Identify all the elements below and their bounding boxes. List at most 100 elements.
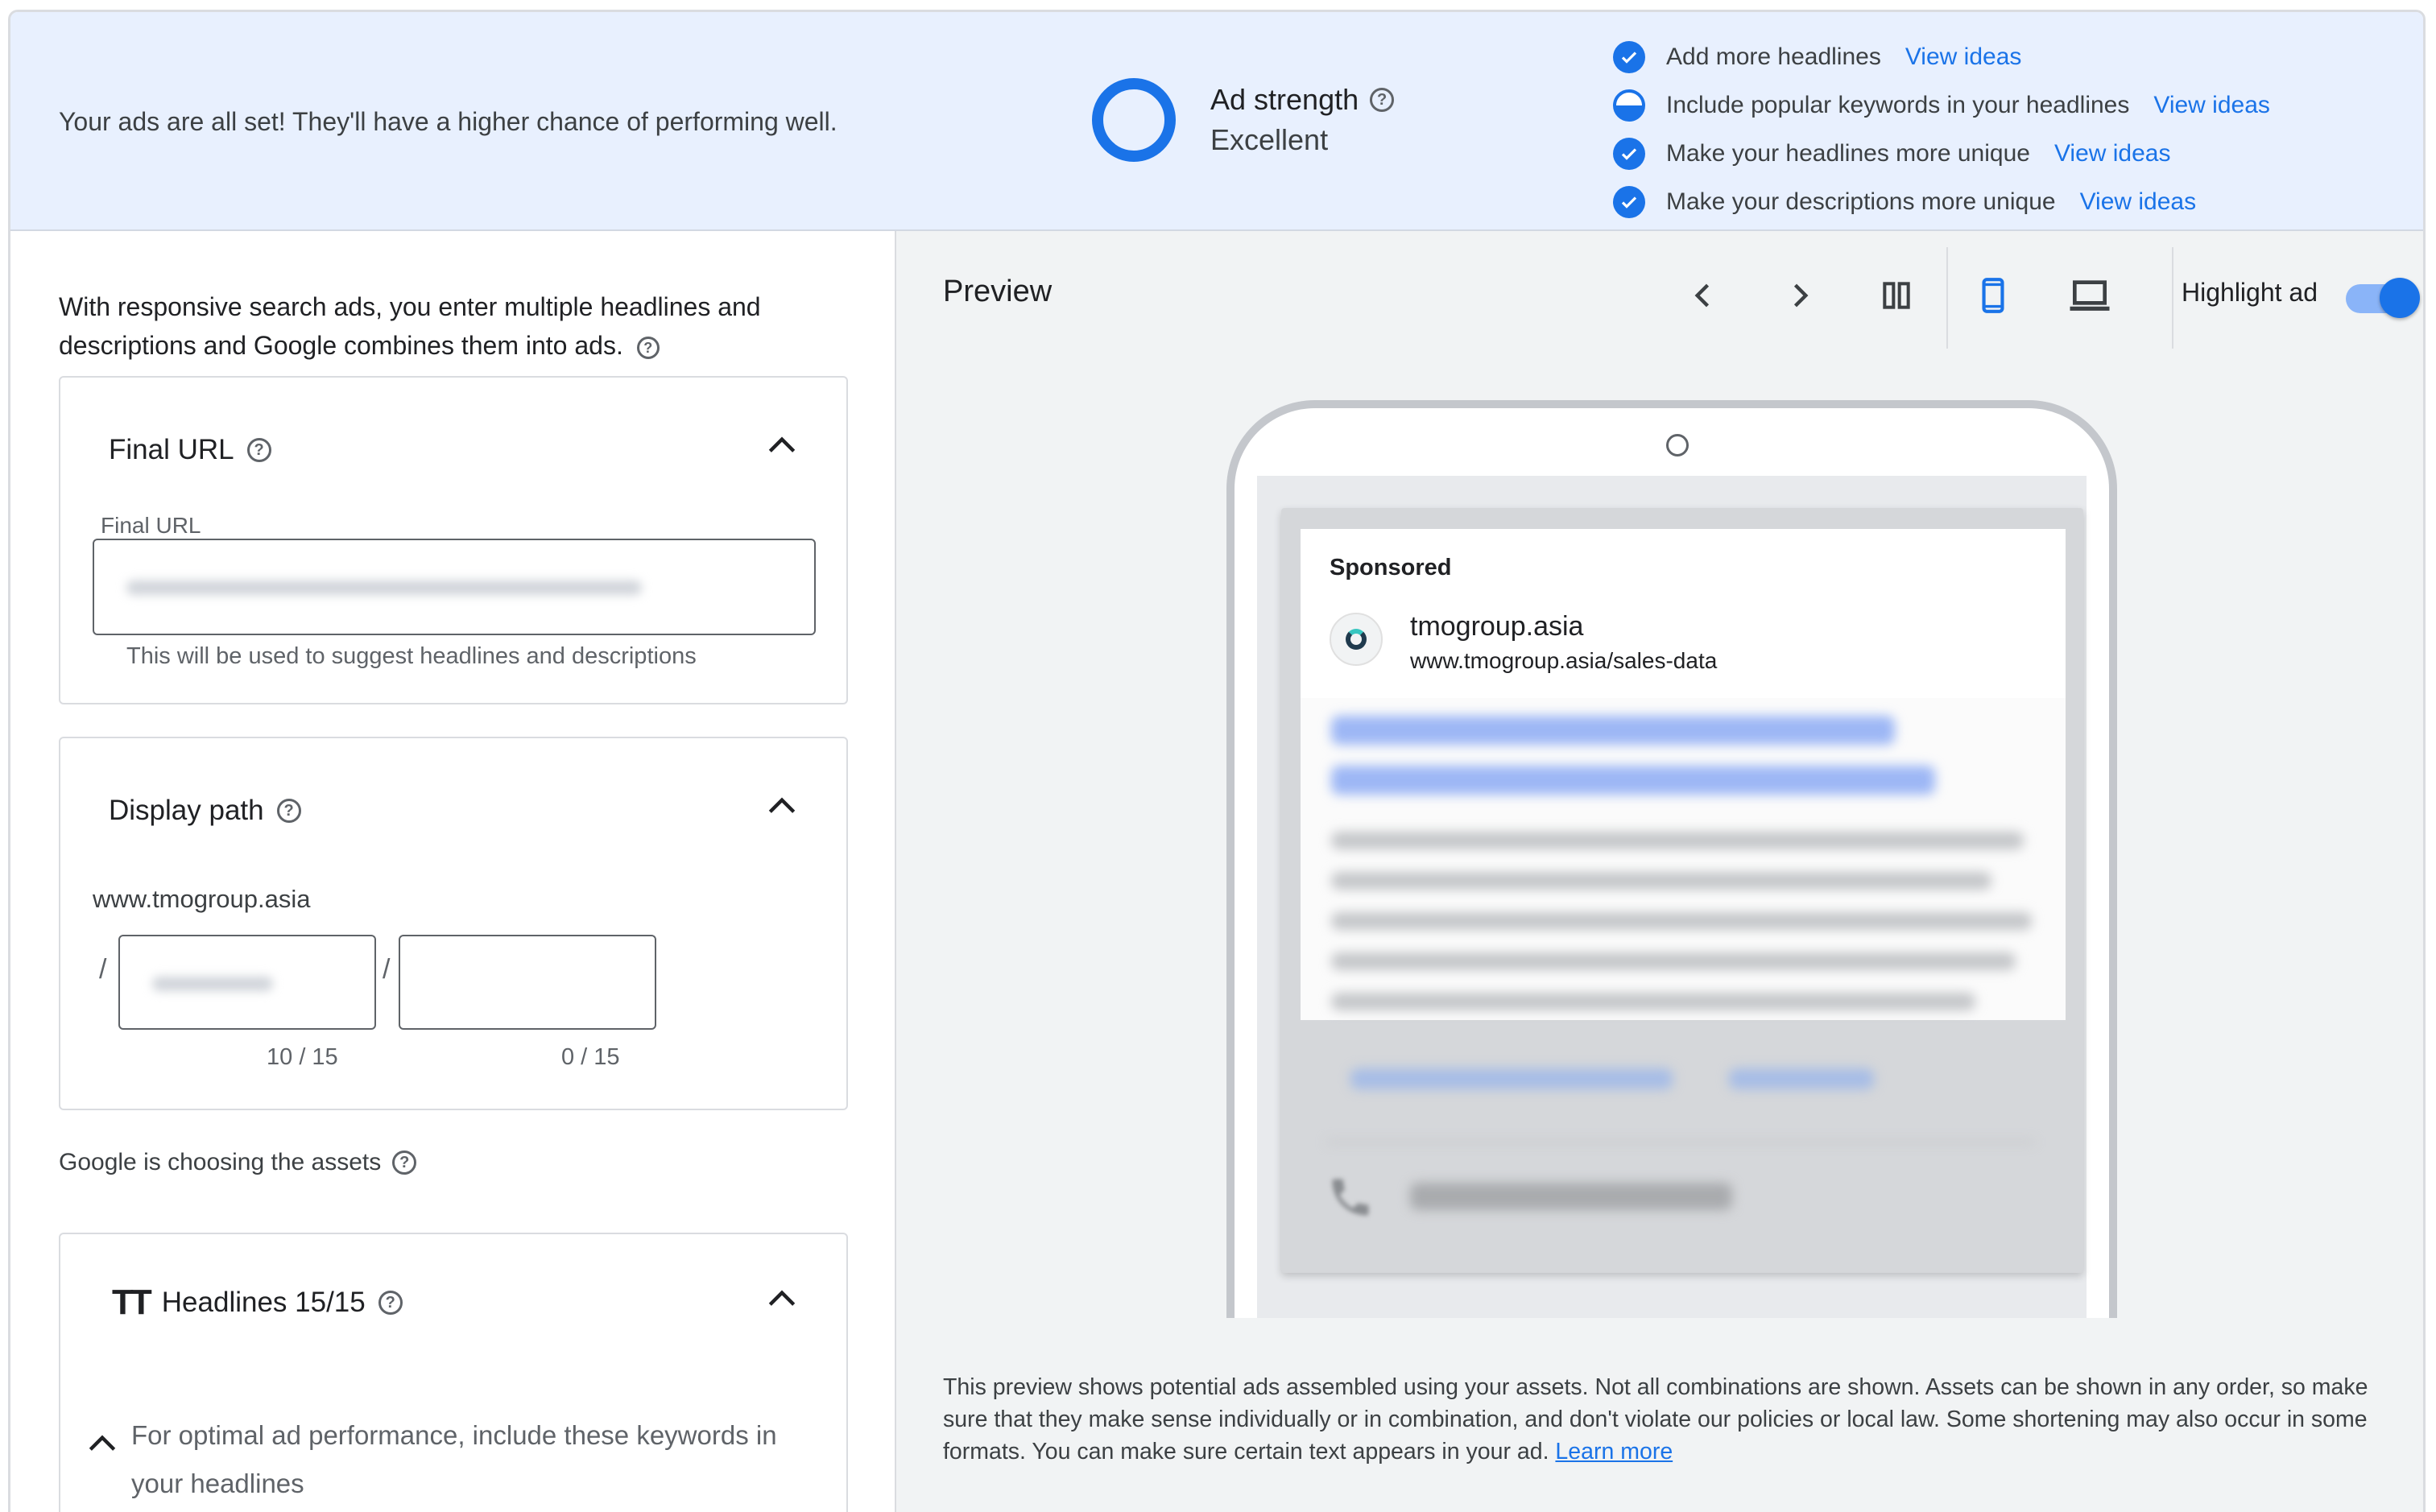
mobile-view-button[interactable] bbox=[1961, 263, 2025, 328]
display-path-header: Display path ? bbox=[109, 795, 301, 827]
asset-choice-text: Google is choosing the assets bbox=[59, 1149, 382, 1175]
desktop-view-button[interactable] bbox=[2058, 263, 2122, 328]
redacted-url-value bbox=[126, 580, 642, 595]
learn-more-link[interactable]: Learn more bbox=[1555, 1439, 1673, 1464]
view-ideas-link[interactable]: View ideas bbox=[2153, 92, 2270, 119]
ad-strength-ring-icon bbox=[1092, 78, 1176, 162]
chevron-left-icon bbox=[1694, 283, 1710, 308]
redacted-headline bbox=[1331, 766, 1935, 795]
chevron-right-icon bbox=[1793, 283, 1809, 308]
help-icon[interactable]: ? bbox=[636, 336, 660, 359]
ad-strength-value: Excellent bbox=[1210, 123, 1329, 156]
ad-strength-title: Ad strength bbox=[1210, 83, 1359, 116]
camera-icon bbox=[1666, 434, 1689, 456]
phone-screen: Sponsored tmogroup.asia www.tmogroup.asi… bbox=[1257, 476, 2087, 1318]
chevron-up-icon[interactable] bbox=[764, 428, 800, 463]
toolbar-divider bbox=[2172, 247, 2173, 349]
help-icon[interactable]: ? bbox=[246, 438, 271, 462]
redacted-sitelink bbox=[1350, 1068, 1673, 1089]
display-domain: www.tmogroup.asia bbox=[93, 885, 311, 913]
columns-view-button[interactable] bbox=[1864, 263, 1929, 328]
phone-mockup: Sponsored tmogroup.asia www.tmogroup.asi… bbox=[1226, 400, 2117, 1318]
help-icon[interactable]: ? bbox=[276, 799, 301, 823]
final-url-header: Final URL ? bbox=[109, 434, 271, 466]
smartphone-icon bbox=[1982, 278, 2004, 313]
ad-strength-label: Ad strength ? bbox=[1210, 83, 1395, 117]
chevron-up-icon[interactable] bbox=[85, 1426, 120, 1461]
headlines-card: TT Headlines 15/15 ? For optimal ad perf… bbox=[59, 1233, 848, 1512]
text-format-icon: TT bbox=[112, 1283, 152, 1322]
tip-text: Add more headlines bbox=[1666, 43, 1881, 70]
ad-header: Sponsored tmogroup.asia www.tmogroup.asi… bbox=[1301, 529, 2066, 698]
view-ideas-link[interactable]: View ideas bbox=[2054, 140, 2171, 167]
chevron-up-icon[interactable] bbox=[764, 1281, 800, 1316]
next-button[interactable] bbox=[1768, 263, 1832, 328]
final-url-title: Final URL bbox=[109, 434, 234, 465]
ad-editor-panel: With responsive search ads, you enter mu… bbox=[10, 231, 896, 1512]
redacted-description bbox=[1331, 993, 1975, 1010]
redacted-description bbox=[1331, 872, 1991, 890]
highlight-ad-label: Highlight ad bbox=[2182, 278, 2318, 307]
asset-choice-note: Google is choosing the assets ? bbox=[59, 1149, 417, 1176]
ad-strength-tips: Add more headlines View ideas Include po… bbox=[1613, 33, 2270, 226]
ad-body-redacted bbox=[1301, 698, 2066, 1020]
toolbar-divider bbox=[1946, 247, 1948, 349]
ad-display-url: www.tmogroup.asia/sales-data bbox=[1410, 648, 1718, 673]
check-circle-icon bbox=[1613, 186, 1645, 218]
path-1-counter: 10 / 15 bbox=[267, 1044, 338, 1070]
redacted-description bbox=[1331, 952, 2016, 970]
phone-call-icon bbox=[1332, 1179, 1369, 1216]
help-icon[interactable]: ? bbox=[1370, 88, 1395, 112]
display-path-title: Display path bbox=[109, 795, 264, 826]
tip-text: Make your headlines more unique bbox=[1666, 140, 2030, 167]
path-2-counter: 0 / 15 bbox=[561, 1044, 620, 1070]
view-ideas-link[interactable]: View ideas bbox=[1905, 43, 2022, 71]
path-separator: / bbox=[383, 954, 391, 985]
toggle-knob[interactable] bbox=[2380, 278, 2420, 318]
laptop-icon bbox=[2070, 280, 2110, 311]
app-frame: Your ads are all set! They'll have a hig… bbox=[8, 10, 2426, 1512]
tip-item: Include popular keywords in your headlin… bbox=[1613, 81, 2270, 130]
redacted-headline bbox=[1331, 716, 1895, 745]
tip-item: Make your descriptions more unique View … bbox=[1613, 178, 2270, 226]
final-url-input[interactable] bbox=[93, 539, 816, 635]
headlines-header: TT Headlines 15/15 ? bbox=[112, 1283, 403, 1323]
redacted-path-value bbox=[152, 977, 273, 991]
redacted-description bbox=[1331, 912, 2032, 930]
display-path-card: Display path ? www.tmogroup.asia / / 10 … bbox=[59, 737, 848, 1110]
preview-disclaimer: This preview shows potential ads assembl… bbox=[943, 1371, 2384, 1468]
previous-button[interactable] bbox=[1671, 263, 1735, 328]
final-url-field-label: Final URL bbox=[93, 513, 209, 539]
help-icon[interactable]: ? bbox=[392, 1151, 417, 1175]
preview-panel: Preview Highlight ad Sponsored tmogroup.… bbox=[896, 231, 2423, 1512]
path-2-input[interactable] bbox=[399, 935, 656, 1030]
final-url-hint: This will be used to suggest headlines a… bbox=[126, 643, 697, 669]
check-circle-icon bbox=[1613, 138, 1645, 170]
tip-item: Add more headlines View ideas bbox=[1613, 33, 2270, 81]
chevron-up-icon[interactable] bbox=[764, 788, 800, 824]
tip-text: Include popular keywords in your headlin… bbox=[1666, 92, 2130, 118]
view-column-icon bbox=[1883, 282, 1910, 309]
site-favicon bbox=[1330, 613, 1383, 666]
ad-divider bbox=[1326, 1141, 2035, 1143]
path-separator: / bbox=[99, 954, 107, 985]
ad-preview-card: Sponsored tmogroup.asia www.tmogroup.asi… bbox=[1281, 508, 2083, 1273]
intro-text: With responsive search ads, you enter mu… bbox=[59, 287, 832, 365]
preview-title: Preview bbox=[943, 275, 1053, 308]
redacted-description bbox=[1331, 832, 2024, 849]
headlines-title: Headlines 15/15 bbox=[161, 1287, 366, 1318]
check-circle-icon bbox=[1613, 41, 1645, 73]
half-circle-icon bbox=[1613, 89, 1645, 122]
sponsored-label: Sponsored bbox=[1330, 555, 1452, 580]
keyword-suggestion-text: For optimal ad performance, include thes… bbox=[131, 1420, 777, 1498]
tip-item: Make your headlines more unique View ide… bbox=[1613, 130, 2270, 178]
tip-text: Make your descriptions more unique bbox=[1666, 188, 2056, 215]
path-1-input[interactable] bbox=[118, 935, 376, 1030]
redacted-call-text bbox=[1410, 1183, 1732, 1210]
ad-strength-banner: Your ads are all set! They'll have a hig… bbox=[10, 12, 2423, 231]
redacted-sitelink bbox=[1729, 1068, 1874, 1089]
ad-site-name: tmogroup.asia bbox=[1410, 611, 1584, 642]
banner-message: Your ads are all set! They'll have a hig… bbox=[59, 107, 838, 136]
help-icon[interactable]: ? bbox=[378, 1291, 403, 1315]
view-ideas-link[interactable]: View ideas bbox=[2080, 188, 2197, 216]
